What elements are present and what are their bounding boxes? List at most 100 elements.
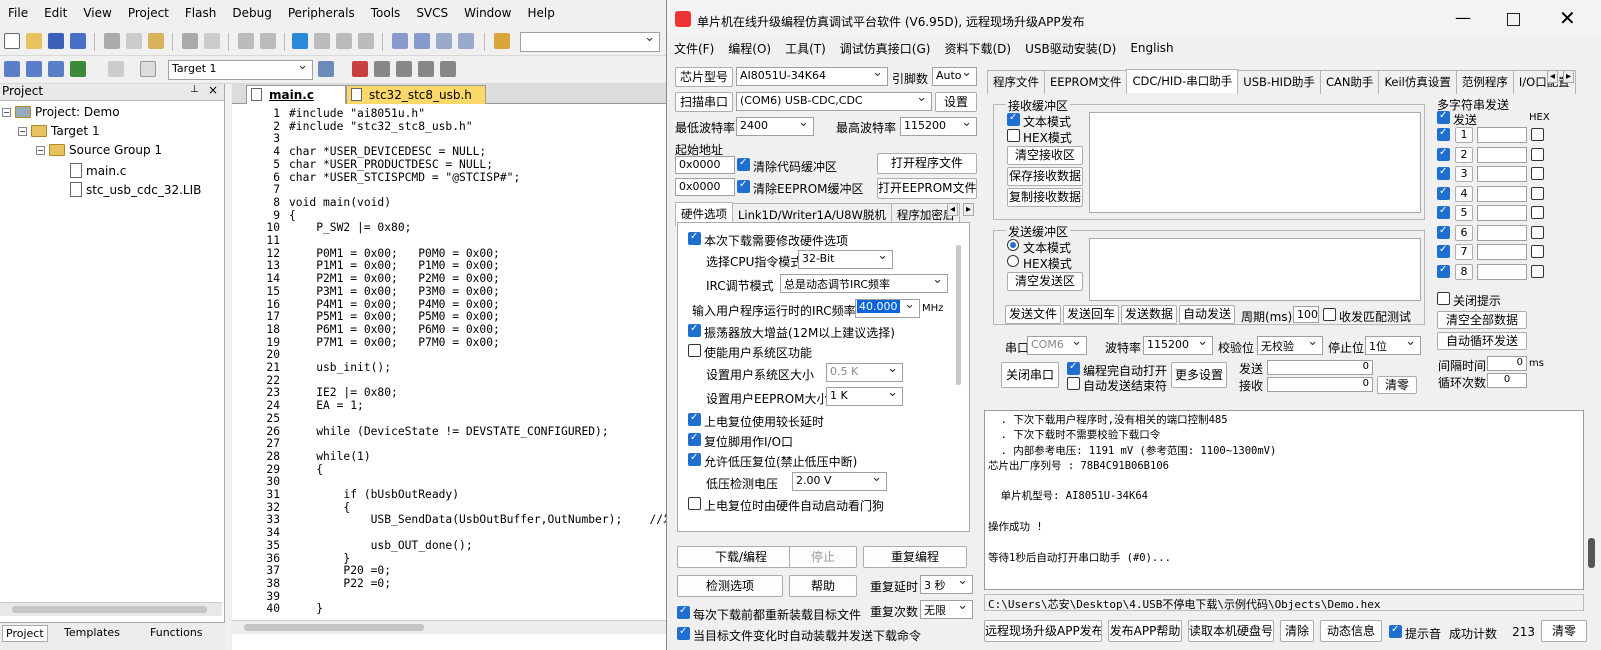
port-combo[interactable]: (COM6) USB-CDC,CDC [736, 92, 932, 111]
batch-build-icon[interactable] [70, 61, 86, 77]
load-icon[interactable] [140, 61, 156, 77]
pins-combo[interactable]: Auto [932, 67, 977, 86]
clear-counts-button[interactable]: 清零 [1377, 376, 1417, 394]
multi-row-send-button[interactable]: 4 [1455, 185, 1473, 202]
serial-baud-combo[interactable]: 115200 [1143, 336, 1213, 355]
auto-open-checkbox[interactable] [1067, 361, 1080, 375]
clear-code-checkbox[interactable] [737, 157, 750, 171]
remote-upgrade-button[interactable]: 远程现场升级APP发布 [984, 620, 1102, 642]
eeprom-size-combo[interactable]: 1 K [826, 387, 903, 406]
settings-button[interactable]: 设置 [935, 92, 977, 112]
rebuild-icon[interactable] [48, 61, 64, 77]
code-line[interactable]: P_SW2 |= 0x80; [289, 222, 411, 235]
tab-examples[interactable]: 范例程序 [1455, 70, 1514, 94]
app-help-button[interactable]: 发布APP帮助 [1108, 620, 1182, 642]
multi-row-checkbox[interactable] [1437, 147, 1450, 161]
collapse-icon[interactable]: − [2, 108, 11, 117]
nav-forward-icon[interactable] [260, 33, 276, 49]
multi-row-checkbox[interactable] [1437, 225, 1450, 239]
menu-debug-interface[interactable]: 调试仿真接口(G) [833, 40, 938, 57]
minimize-icon[interactable]: — [1455, 8, 1471, 27]
beep-checkbox[interactable] [1389, 624, 1402, 638]
reprogram-button[interactable]: 重复编程 [863, 546, 967, 568]
code-line[interactable]: usb_init(); [289, 361, 391, 375]
code-line[interactable]: while(1) [289, 450, 370, 464]
code-line[interactable]: void main(void) [289, 196, 391, 210]
menu-project[interactable]: Project [120, 6, 177, 20]
multi-row-hex-checkbox[interactable] [1531, 186, 1544, 200]
interval-input[interactable]: 0 [1487, 356, 1527, 371]
low-volt-reset-checkbox[interactable] [688, 452, 701, 466]
collapse-icon[interactable]: − [18, 127, 27, 136]
hw-scrollbar[interactable] [956, 245, 961, 385]
collapse-icon[interactable]: − [36, 146, 45, 155]
recv-hex-mode-checkbox[interactable] [1007, 129, 1020, 142]
code-line[interactable]: char *USER_DEVICEDESC = NULL; [289, 145, 486, 159]
save-all-icon[interactable] [70, 33, 86, 49]
auto-loop-send-button[interactable]: 自动循环发送 [1437, 332, 1527, 350]
multi-row-send-button[interactable]: 8 [1455, 263, 1473, 280]
tab-keil-sim[interactable]: Keil仿真设置 [1378, 70, 1457, 94]
redo-icon[interactable] [204, 33, 220, 49]
bookmark-prev-icon[interactable] [314, 33, 330, 49]
multi-row-hex-checkbox[interactable] [1531, 245, 1544, 258]
clear-success-button[interactable]: 清零 [1541, 620, 1587, 642]
send-file-button[interactable]: 发送文件 [1005, 305, 1061, 324]
multi-row-send-button[interactable]: 7 [1455, 244, 1473, 260]
code-line[interactable]: while (DeviceState != DEVSTATE_CONFIGURE… [289, 425, 608, 439]
bookmark-next-icon[interactable] [336, 33, 352, 49]
copy-receive-button[interactable]: 复制接收数据 [1007, 188, 1083, 207]
menu-tools[interactable]: 工具(T) [778, 40, 833, 57]
multi-row-input[interactable] [1477, 224, 1527, 241]
multi-row-checkbox[interactable] [1437, 264, 1450, 278]
menu-tools[interactable]: Tools [363, 6, 409, 20]
tab-scroll-right-icon[interactable]: ▸ [963, 203, 975, 216]
code-line[interactable]: P7M1 = 0x00; P7M0 = 0x00; [289, 336, 500, 350]
menu-edit[interactable]: Edit [36, 6, 75, 20]
open-folder-icon[interactable] [26, 33, 42, 49]
multi-row-checkbox[interactable] [1437, 166, 1450, 180]
download-button[interactable]: 下载/编程 [677, 546, 805, 568]
code-line[interactable]: if (bUsbOutReady) [289, 488, 459, 502]
code-line[interactable]: P6M1 = 0x00; P6M0 = 0x00; [289, 323, 500, 337]
stop-build-icon[interactable] [108, 61, 124, 77]
check-options-button[interactable]: 检测选项 [677, 575, 783, 597]
code-line[interactable]: P22 =0; [289, 577, 391, 591]
clear-log-button[interactable]: 清除 [1280, 620, 1314, 642]
main-tab-left-icon[interactable]: ◂ [1547, 70, 1559, 83]
multi-row-input[interactable] [1477, 185, 1527, 202]
max-baud-combo[interactable]: 115200 [900, 117, 977, 136]
send-return-button[interactable]: 发送回车 [1063, 305, 1119, 324]
menu-debug[interactable]: Debug [224, 6, 279, 20]
reset-io-checkbox[interactable] [688, 432, 701, 446]
tab-eeprom-file[interactable]: EEPROM文件 [1044, 70, 1128, 94]
chip-model-combo[interactable]: AI8051U-34K64 [736, 67, 888, 86]
multi-row-hex-checkbox[interactable] [1531, 167, 1544, 180]
modify-hw-checkbox[interactable] [688, 231, 701, 245]
open-eeprom-file-button[interactable]: 打开EEPROM文件 [877, 178, 977, 199]
multi-row-input[interactable] [1477, 166, 1527, 182]
chip-model-button[interactable]: 芯片型号 [675, 67, 733, 87]
menu-downloads[interactable]: 资料下载(D) [937, 40, 1018, 57]
scroll-thumb[interactable] [1588, 538, 1595, 568]
menu-help[interactable]: Help [519, 6, 562, 20]
undo-icon[interactable] [182, 33, 198, 49]
tab-templates[interactable]: Templates [64, 626, 120, 639]
save-receive-button[interactable]: 保存接收数据 [1007, 167, 1083, 186]
multi-row-send-button[interactable]: 3 [1455, 166, 1473, 182]
parity-combo[interactable]: 无校验 [1257, 336, 1323, 355]
maximize-icon[interactable] [1507, 13, 1520, 26]
multi-row-input[interactable] [1477, 127, 1527, 143]
menu-english[interactable]: English [1123, 41, 1180, 55]
code-line[interactable]: usb_OUT_done(); [289, 539, 473, 553]
scroll-thumb[interactable] [244, 624, 424, 631]
tree-file-main[interactable]: main.c [70, 163, 126, 178]
log-scrollbar[interactable] [1585, 410, 1599, 590]
uncomment-icon[interactable] [458, 33, 474, 49]
dynamic-info-button[interactable]: 动态信息 [1320, 620, 1382, 642]
tree-file-lib[interactable]: stc_usb_cdc_32.LIB [70, 182, 201, 197]
tab-program-file[interactable]: 程序文件 [987, 70, 1045, 94]
multi-row-hex-checkbox[interactable] [1531, 128, 1544, 141]
copy-icon[interactable] [126, 33, 142, 49]
period-input[interactable]: 100 [1293, 306, 1319, 323]
